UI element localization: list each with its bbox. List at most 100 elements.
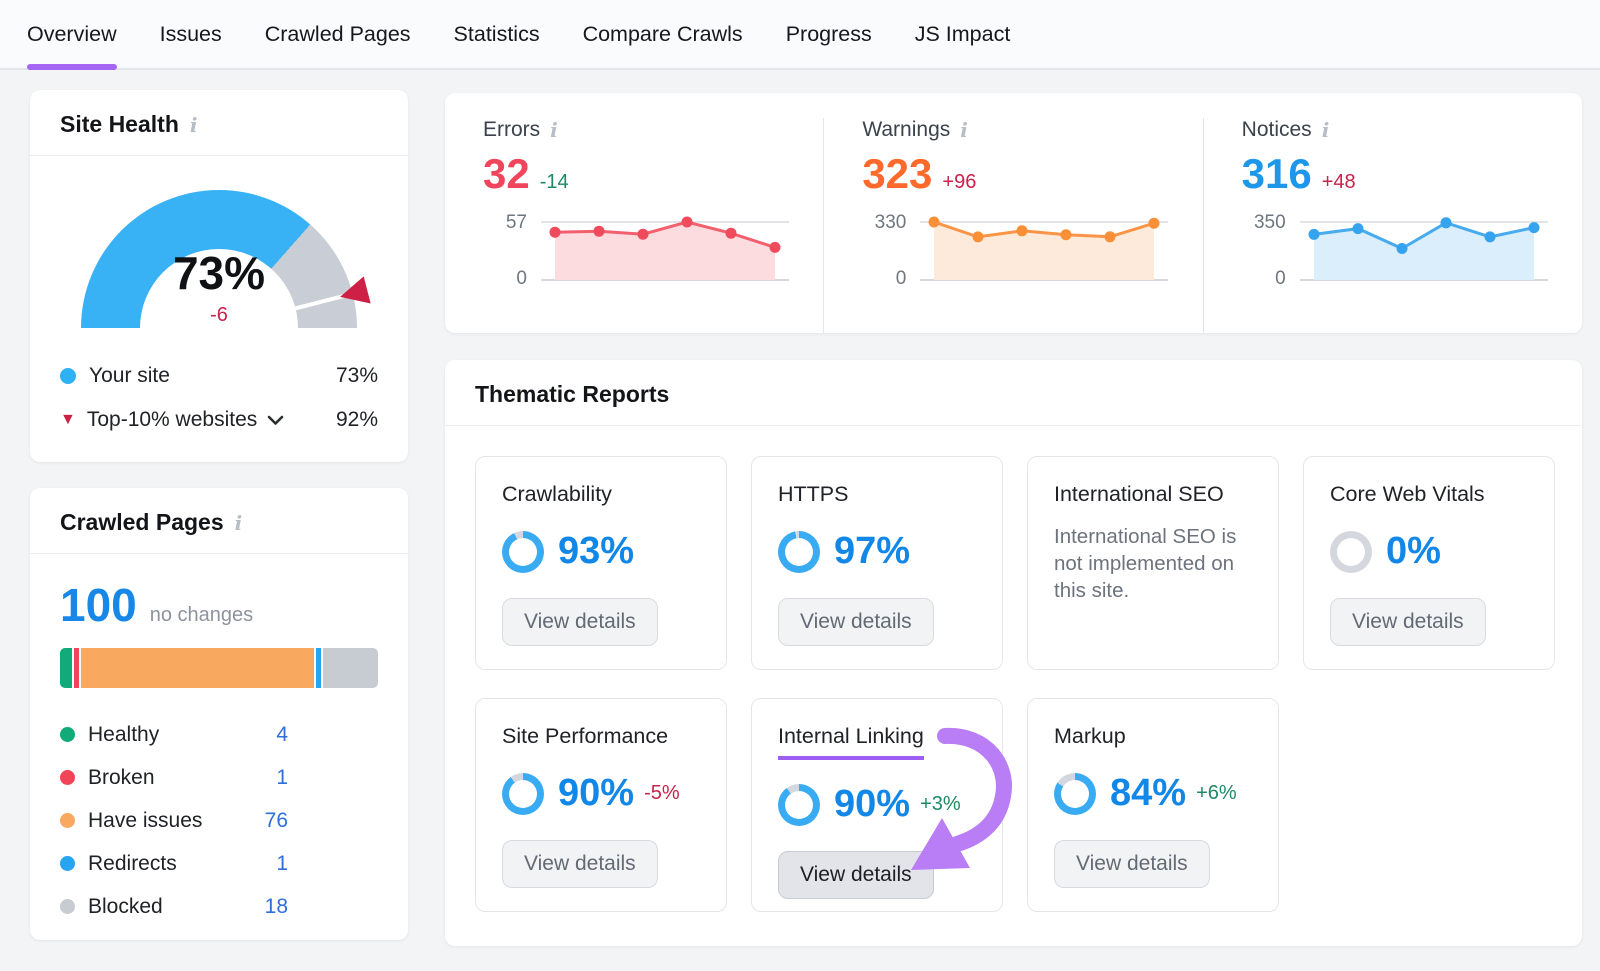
metric-errors: Errors i 32 -14 57 0 (445, 118, 823, 333)
info-icon[interactable]: i (1322, 120, 1330, 140)
progress-ring-icon (1330, 531, 1372, 573)
report-description: International SEO is not implemented on … (1054, 523, 1252, 604)
report-title: Crawlability (502, 482, 612, 507)
view-details-button[interactable]: View details (1330, 598, 1486, 646)
report-percent: 90% (558, 772, 634, 815)
thematic-reports-grid: Crawlability 93% View detailsHTTPS 97% V… (445, 426, 1582, 942)
progress-ring-icon (778, 531, 820, 573)
legend-count-link[interactable]: 18 (265, 895, 288, 919)
view-details-button[interactable]: View details (1054, 840, 1210, 888)
chart-axis: 330 0 (862, 212, 920, 288)
axis-max: 350 (1254, 212, 1286, 234)
thematic-reports-title: Thematic Reports (475, 381, 669, 408)
info-icon[interactable]: i (550, 120, 558, 140)
legend-count-link[interactable]: 1 (276, 852, 288, 876)
report-title: Markup (1054, 724, 1126, 749)
progress-ring-icon (502, 531, 544, 573)
bar-segment-have-issues (81, 648, 315, 688)
tab-crawled-pages[interactable]: Crawled Pages (265, 0, 411, 68)
progress-ring-icon (1054, 773, 1096, 815)
crawled-pages-card: Crawled Pages i 100 no changes Healthy 4… (30, 488, 408, 940)
site-health-header: Site Health i (30, 90, 408, 156)
axis-min: 0 (516, 268, 527, 290)
tab-overview[interactable]: Overview (27, 0, 117, 68)
info-icon[interactable]: i (190, 115, 198, 135)
legend-label: Redirects (88, 852, 177, 876)
metric-value-row: 316 +48 (1242, 150, 1582, 198)
tab-js-impact[interactable]: JS Impact (915, 0, 1011, 68)
view-details-button[interactable]: View details (502, 598, 658, 646)
legend-label: Have issues (88, 809, 202, 833)
thematic-reports-card: Thematic Reports Crawlability 93% View d… (445, 360, 1582, 946)
crawled-pages-stacked-bar (60, 648, 378, 688)
tab-issues[interactable]: Issues (160, 0, 222, 68)
metric-value: 323 (862, 150, 932, 198)
crawled-pages-note: no changes (150, 604, 253, 627)
report-card-markup: Markup 84% +6% View details (1027, 698, 1279, 912)
legend-row-broken: Broken 1 (60, 756, 288, 799)
metric-value-row: 323 +96 (862, 150, 1202, 198)
legend-label: Healthy (88, 723, 159, 747)
legend-value: 92% (336, 408, 378, 432)
axis-max: 57 (506, 212, 527, 234)
bar-segment-broken (74, 648, 78, 688)
report-card-https: HTTPS 97% View details (751, 456, 1003, 670)
crawled-pages-total: 100 (60, 578, 137, 632)
metric-title: Warnings (862, 118, 950, 142)
report-card-site-performance: Site Performance 90% -5% View details (475, 698, 727, 912)
metric-title: Errors (483, 118, 540, 142)
dot-icon (60, 770, 75, 785)
report-diff: +3% (920, 793, 961, 816)
report-title: International SEO (1054, 482, 1224, 507)
tab-progress[interactable]: Progress (786, 0, 872, 68)
metric-head: Errors i (483, 118, 823, 142)
legend-row-top10-websites[interactable]: ▼ Top-10% websites 92% (30, 398, 408, 442)
bar-segment-blocked (323, 648, 378, 688)
tab-statistics[interactable]: Statistics (454, 0, 540, 68)
report-percent: 93% (558, 530, 634, 573)
chart-axis: 57 0 (483, 212, 541, 288)
report-percent: 90% (834, 783, 910, 826)
sparkline-notices (1300, 212, 1548, 288)
metric-notices: Notices i 316 +48 350 0 (1203, 118, 1582, 333)
legend-count-link[interactable]: 76 (265, 809, 288, 833)
report-score-row: 0% (1330, 530, 1528, 573)
chevron-down-icon[interactable] (267, 415, 284, 426)
info-icon[interactable]: i (235, 513, 243, 533)
metric-head: Notices i (1242, 118, 1582, 142)
metric-diff: +96 (942, 171, 976, 194)
metric-chart: 330 0 (862, 212, 1202, 288)
metric-value: 32 (483, 150, 530, 198)
crawled-pages-legend: Healthy 4 Broken 1 Have issues 76 Redire… (60, 713, 378, 928)
info-icon[interactable]: i (960, 120, 968, 140)
report-diff: -5% (644, 782, 680, 805)
site-health-gauge: 73% -6 (81, 190, 357, 328)
report-card-crawlability: Crawlability 93% View details (475, 456, 727, 670)
axis-min: 0 (1275, 268, 1286, 290)
legend-count-link[interactable]: 4 (276, 723, 288, 747)
report-score-row: 90% +3% (778, 783, 976, 826)
metric-title: Notices (1242, 118, 1312, 142)
blue-dot-icon (60, 368, 76, 384)
dot-icon (60, 727, 75, 742)
legend-count-link[interactable]: 1 (276, 766, 288, 790)
report-percent: 0% (1386, 530, 1441, 573)
crawled-pages-body: 100 no changes Healthy 4 Broken 1 Have i… (30, 554, 408, 928)
axis-min: 0 (896, 268, 907, 290)
axis-max: 330 (875, 212, 907, 234)
legend-row-blocked: Blocked 18 (60, 885, 288, 928)
report-title: Core Web Vitals (1330, 482, 1485, 507)
report-percent: 84% (1110, 772, 1186, 815)
site-health-diff: -6 (81, 304, 357, 327)
view-details-button[interactable]: View details (778, 851, 934, 899)
report-score-row: 97% (778, 530, 976, 573)
dot-icon (60, 856, 75, 871)
legend-label: Broken (88, 766, 155, 790)
report-card-internal-linking: Internal Linking 90% +3% View details (751, 698, 1003, 912)
report-score-row: 84% +6% (1054, 772, 1252, 815)
tab-compare-crawls[interactable]: Compare Crawls (583, 0, 743, 68)
view-details-button[interactable]: View details (502, 840, 658, 888)
view-details-button[interactable]: View details (778, 598, 934, 646)
bar-segment-redirects (316, 648, 320, 688)
thematic-reports-header: Thematic Reports (445, 360, 1582, 426)
